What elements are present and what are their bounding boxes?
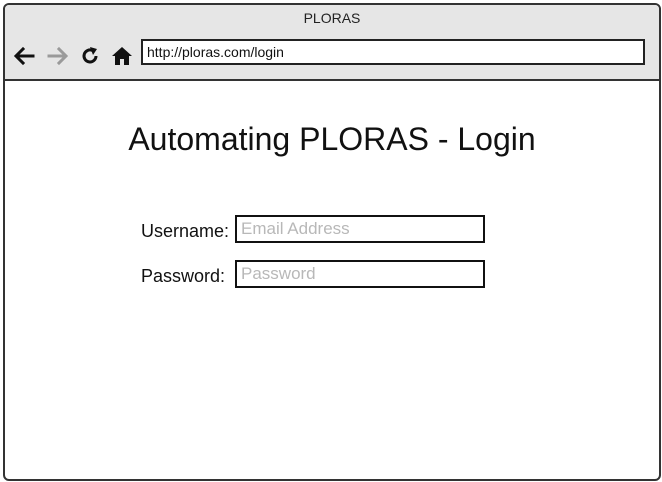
- password-label: Password:: [141, 266, 226, 286]
- home-icon: [112, 47, 132, 65]
- browser-chrome: PLORAS http://ploras.com/login: [5, 5, 659, 81]
- page-content: Automating PLORAS - Login Username: Pass…: [5, 81, 659, 479]
- reload-button[interactable]: [77, 43, 103, 69]
- username-input[interactable]: [235, 215, 485, 243]
- browser-window: PLORAS http://ploras.com/login Automatin…: [3, 3, 661, 481]
- username-label: Username:: [141, 221, 230, 241]
- window-title: PLORAS: [303, 10, 361, 26]
- forward-arrow-icon: [47, 46, 69, 66]
- page-title: Automating PLORAS - Login: [128, 121, 536, 157]
- back-arrow-icon: [13, 46, 35, 66]
- reload-icon: [82, 47, 98, 64]
- address-bar[interactable]: http://ploras.com/login: [141, 39, 645, 65]
- home-button[interactable]: [109, 43, 135, 69]
- password-input[interactable]: [235, 260, 485, 288]
- back-button[interactable]: [11, 43, 37, 69]
- forward-button[interactable]: [45, 43, 71, 69]
